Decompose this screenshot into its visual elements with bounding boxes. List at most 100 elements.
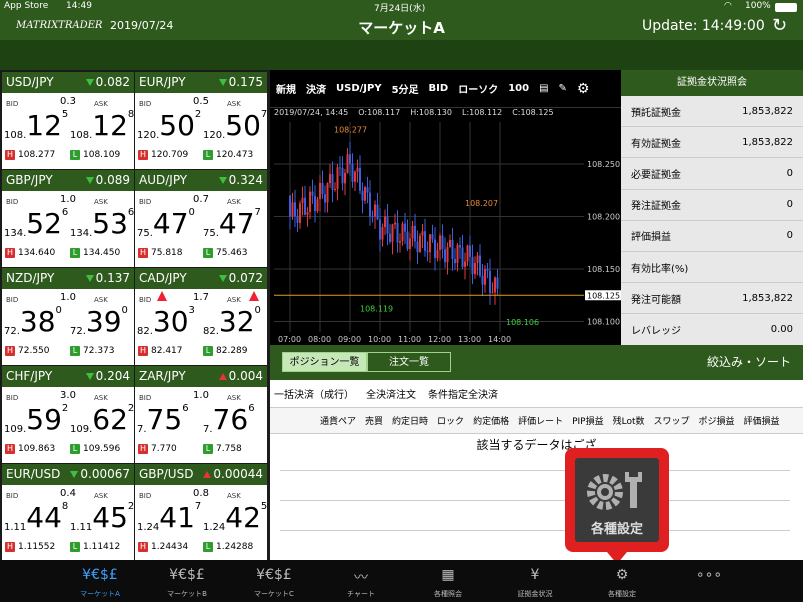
rate-tile[interactable]: ZAR/JPY 0.004 BID ASK 1.0 7.756 7.766 H7… bbox=[135, 366, 267, 463]
ask-price[interactable]: 120.507 bbox=[203, 107, 267, 147]
bulk-market-settle-button[interactable]: 一括決済（成行） bbox=[274, 386, 354, 401]
column-header[interactable]: 売買 bbox=[365, 414, 383, 427]
rate-tile[interactable]: USD/JPY 0.082 BID ASK 0.3 108.125 108.12… bbox=[2, 72, 134, 169]
chart-type-select[interactable]: ローソク bbox=[458, 81, 498, 96]
column-header[interactable]: 約定日時 bbox=[392, 414, 428, 427]
tile-header: CHF/JPY 0.204 bbox=[2, 366, 134, 387]
timeframe-select[interactable]: 5分足 bbox=[392, 81, 419, 96]
pen-icon[interactable]: ✎ bbox=[559, 83, 567, 94]
bid-price[interactable]: 82.303 bbox=[137, 303, 195, 343]
tab-item[interactable]: ▦ 各種照会 bbox=[408, 560, 488, 602]
low-badge: L bbox=[70, 542, 80, 552]
all-settle-order-button[interactable]: 全決済注文 bbox=[366, 386, 416, 401]
bid-price[interactable]: 120.502 bbox=[137, 107, 201, 147]
high-badge: H bbox=[5, 444, 15, 454]
bid-pips: 44 bbox=[26, 501, 62, 534]
ask-price[interactable]: 108.128 bbox=[70, 107, 134, 147]
tab-item[interactable]: 〰チャート bbox=[321, 560, 401, 602]
bid-price[interactable]: 1.11448 bbox=[4, 499, 68, 539]
tab-item[interactable]: ¥€$£ マーケットB bbox=[147, 560, 227, 602]
ask-price[interactable]: 7.766 bbox=[203, 401, 255, 441]
tab-item[interactable]: ¥ 証拠金状況 bbox=[495, 560, 575, 602]
count-select[interactable]: 100 bbox=[508, 83, 529, 94]
layers-icon[interactable]: ▤ bbox=[539, 83, 548, 94]
rate-tile[interactable]: GBP/USD 0.00044 BID ASK 0.8 1.24417 1.24… bbox=[135, 464, 267, 561]
tab-label: 各種照会 bbox=[434, 590, 462, 598]
tab-item[interactable]: ∘∘∘ bbox=[669, 560, 749, 602]
bid-price[interactable]: 7.756 bbox=[137, 401, 189, 441]
bid-price[interactable]: 72.380 bbox=[4, 303, 62, 343]
column-header[interactable]: 約定価格 bbox=[473, 414, 509, 427]
tile-header: GBP/JPY 0.089 bbox=[2, 170, 134, 191]
change-value: 0.324 bbox=[218, 170, 263, 191]
candle-body bbox=[474, 262, 476, 275]
candlestick-chart[interactable]: 108.250 108.200 108.150 108.125 108.100 07:00… bbox=[270, 120, 621, 345]
ask-pips: 32 bbox=[218, 305, 255, 338]
change-amount: 0.175 bbox=[228, 75, 263, 89]
tab-item[interactable]: ⚙ 各種設定 bbox=[582, 560, 662, 602]
rate-tile[interactable]: NZD/JPY 0.137 BID ASK 1.0 72.380 72.390 … bbox=[2, 268, 134, 365]
rate-tile[interactable]: AUD/JPY 0.324 BID ASK 0.7 75.470 75.477 … bbox=[135, 170, 267, 267]
tab-item[interactable]: ¥€$£ マーケットC bbox=[234, 560, 314, 602]
column-header[interactable]: 残Lot数 bbox=[613, 414, 645, 427]
ask-pips: 12 bbox=[92, 109, 128, 142]
low-value: L 1.11412 bbox=[70, 542, 120, 552]
ask-fraction: 7 bbox=[260, 109, 267, 120]
column-header[interactable]: 評価レート bbox=[518, 414, 563, 427]
ask-fraction: 5 bbox=[260, 501, 267, 512]
candle-body bbox=[414, 225, 416, 242]
gear-icon[interactable]: ⚙ bbox=[577, 81, 590, 97]
ask-price[interactable]: 1.11452 bbox=[70, 499, 134, 539]
high-badge: H bbox=[138, 346, 148, 356]
refresh-icon[interactable]: ↻ bbox=[772, 15, 787, 36]
rate-tile[interactable]: EUR/USD 0.00067 BID ASK 0.4 1.11448 1.11… bbox=[2, 464, 134, 561]
tab-positions[interactable]: ポジション一覧 bbox=[282, 352, 367, 372]
column-header[interactable]: スワップ bbox=[654, 414, 690, 427]
high-badge: H bbox=[138, 444, 148, 454]
ohlc-open: O:108.117 bbox=[358, 108, 401, 117]
column-header[interactable]: 通貨ペア bbox=[320, 414, 356, 427]
bid-pips: 52 bbox=[26, 207, 62, 240]
price-type-select[interactable]: BID bbox=[429, 83, 449, 94]
tab-item[interactable]: ¥€$£ マーケットA bbox=[60, 560, 140, 602]
ask-price[interactable]: 82.320 bbox=[203, 303, 261, 343]
column-header[interactable]: 評価損益 bbox=[744, 414, 780, 427]
settle-button[interactable]: 決済 bbox=[306, 81, 326, 96]
low-badge: L bbox=[203, 346, 213, 356]
candle-body bbox=[489, 271, 491, 293]
bid-price[interactable]: 109.592 bbox=[4, 401, 68, 441]
conditional-settle-button[interactable]: 条件指定全決済 bbox=[428, 386, 498, 401]
header-subbar bbox=[0, 40, 803, 70]
ask-price[interactable]: 75.477 bbox=[203, 205, 261, 245]
ask-price[interactable]: 1.24425 bbox=[203, 499, 267, 539]
filter-sort-button[interactable]: 絞込み・ソート bbox=[707, 353, 791, 370]
bid-price[interactable]: 108.125 bbox=[4, 107, 68, 147]
new-order-button[interactable]: 新規 bbox=[276, 81, 296, 96]
update-time: Update: 14:49:00 bbox=[642, 18, 765, 34]
ask-price[interactable]: 72.390 bbox=[70, 303, 128, 343]
bid-price[interactable]: 75.470 bbox=[137, 205, 195, 245]
bid-price[interactable]: 134.526 bbox=[4, 205, 68, 245]
tab-orders[interactable]: 注文一覧 bbox=[367, 352, 451, 372]
low-value: L 134.450 bbox=[70, 248, 120, 258]
column-header[interactable]: PIP損益 bbox=[572, 414, 604, 427]
column-header[interactable]: ポジ損益 bbox=[699, 414, 735, 427]
bid-price[interactable]: 1.24417 bbox=[137, 499, 201, 539]
settings-callout[interactable]: 各種設定 bbox=[565, 448, 669, 564]
ask-prefix: 72. bbox=[70, 326, 86, 337]
pair-select[interactable]: USD/JPY bbox=[336, 83, 382, 94]
margin-row: 必要証拠金 0 bbox=[621, 158, 803, 190]
rate-tile[interactable]: CHF/JPY 0.204 BID ASK 3.0 109.592 109.62… bbox=[2, 366, 134, 463]
ask-price[interactable]: 134.536 bbox=[70, 205, 134, 245]
ask-price[interactable]: 109.622 bbox=[70, 401, 134, 441]
rate-tile[interactable]: GBP/JPY 0.089 BID ASK 1.0 134.526 134.53… bbox=[2, 170, 134, 267]
margin-row: レバレッジ 0.00 bbox=[621, 314, 803, 346]
rate-tile[interactable]: EUR/JPY 0.175 BID ASK 0.5 120.502 120.50… bbox=[135, 72, 267, 169]
candle-body bbox=[366, 187, 369, 193]
tile-header: ZAR/JPY 0.004 bbox=[135, 366, 267, 387]
high-price: 1.24434 bbox=[151, 542, 189, 552]
low-price: 109.596 bbox=[83, 444, 121, 454]
column-header[interactable]: ロック bbox=[437, 414, 464, 427]
tab-label: チャート bbox=[347, 590, 375, 598]
rate-tile[interactable]: CAD/JPY 0.072 BID ASK 1.7 82.303 82.320 … bbox=[135, 268, 267, 365]
